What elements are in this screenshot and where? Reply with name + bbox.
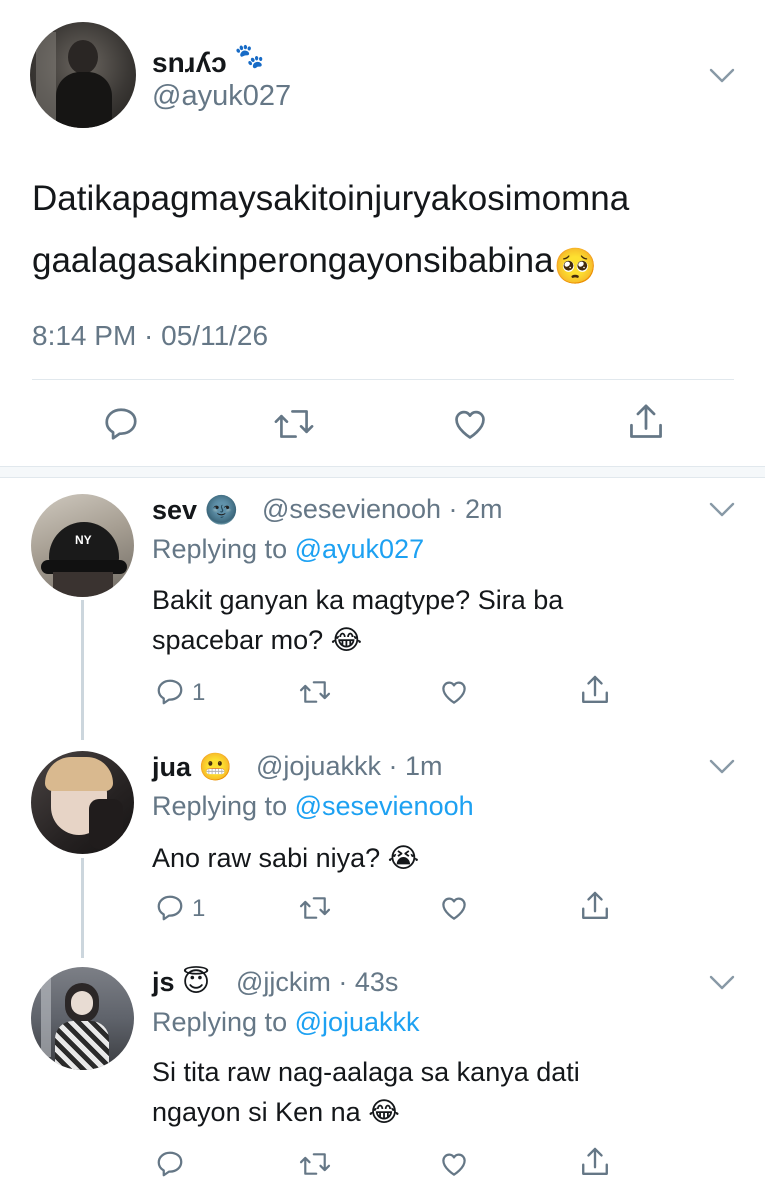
share-icon[interactable] — [579, 889, 611, 923]
author-name-text: snɹʎɔ — [152, 47, 227, 78]
new-moon-face-emoji: 🌚 — [204, 495, 239, 525]
replying-to-label: Replying to — [152, 791, 295, 821]
chevron-down-icon[interactable] — [709, 502, 735, 518]
replying-to-label: Replying to — [152, 1007, 295, 1037]
avatar-jua[interactable] — [31, 751, 134, 854]
author-handle[interactable]: @ayuk027 — [152, 80, 291, 113]
reply-text: Si tita raw nag-aalaga sa kanya dati nga… — [152, 1052, 712, 1132]
reply-icon[interactable] — [155, 677, 185, 707]
replying-to: Replying to @sesevienooh — [152, 791, 474, 822]
reply-text-line: Ano raw sabi niya? — [152, 843, 381, 873]
reply-handle-time[interactable]: @sesevienooh · 2m — [262, 494, 503, 525]
reply-text-line: Si tita raw nag-aalaga sa kanya dati — [152, 1057, 580, 1087]
chevron-down-icon[interactable] — [709, 975, 735, 991]
tweet-timestamp[interactable]: 8:14 PM · 05/11/26 — [32, 320, 268, 352]
like-icon[interactable] — [438, 677, 470, 707]
chevron-down-icon[interactable] — [709, 759, 735, 775]
reply-author-name[interactable]: jua 😬 — [152, 751, 232, 783]
like-icon[interactable] — [450, 405, 490, 443]
avatar-js[interactable] — [31, 967, 134, 1070]
reply-name-text: jua — [152, 752, 192, 782]
chevron-down-icon[interactable] — [709, 68, 735, 84]
reply-text-line: spacebar mo? — [152, 625, 324, 655]
reply-text-line: ngayon si Ken na — [152, 1097, 361, 1127]
like-icon[interactable] — [438, 1149, 470, 1179]
replying-to: Replying to @ayuk027 — [152, 534, 424, 565]
reply-handle-time[interactable]: @jjckim · 43s — [236, 967, 398, 998]
pleading-face-emoji: 🥺 — [553, 247, 598, 286]
reply-text: Ano raw sabi niya? 😭 — [152, 838, 712, 878]
author-display-name[interactable]: snɹʎɔ 🐾 — [152, 42, 264, 79]
replying-to-label: Replying to — [152, 534, 295, 564]
replying-to-mention[interactable]: @sesevienooh — [295, 791, 474, 821]
reply-name-text: sev — [152, 495, 198, 525]
retweet-icon[interactable] — [272, 405, 316, 443]
thread-line — [81, 600, 84, 740]
replying-to-mention[interactable]: @ayuk027 — [295, 534, 425, 564]
tears-of-joy-emoji: 😂 — [368, 1097, 400, 1127]
share-icon[interactable] — [579, 673, 611, 707]
reply-text: Bakit ganyan ka magtype? Sira ba spaceba… — [152, 580, 712, 660]
halo-face-emoji: 😇 — [182, 967, 211, 997]
reply-icon[interactable] — [155, 1149, 185, 1179]
avatar-sev[interactable]: NY — [31, 494, 134, 597]
replying-to-mention[interactable]: @jojuakkk — [295, 1007, 420, 1037]
reply-text-line: Bakit ganyan ka magtype? Sira ba — [152, 585, 564, 615]
loudly-crying-emoji: 😭 — [387, 843, 420, 873]
reply-icon[interactable] — [155, 893, 185, 923]
share-icon[interactable] — [626, 401, 666, 443]
retweet-icon[interactable] — [298, 677, 332, 707]
reply-name-text: js — [152, 967, 175, 997]
thread-line — [81, 858, 84, 958]
grimacing-face-emoji: 😬 — [198, 752, 233, 782]
reply-count: 1 — [192, 679, 206, 706]
retweet-icon[interactable] — [298, 893, 332, 923]
retweet-icon[interactable] — [298, 1149, 332, 1179]
replying-to: Replying to @jojuakkk — [152, 1007, 420, 1038]
reply-icon[interactable] — [102, 405, 140, 443]
like-icon[interactable] — [438, 893, 470, 923]
section-separator — [0, 466, 765, 478]
reply-author-name[interactable]: sev 🌚 — [152, 494, 238, 526]
tweet-text: Datikapagmaysakitoinjuryakosimomna gaala… — [32, 168, 742, 298]
share-icon[interactable] — [579, 1145, 611, 1179]
reply-author-name[interactable]: js 😇 — [152, 967, 210, 998]
tweet-text-body: Datikapagmaysakitoinjuryakosimomna gaala… — [32, 179, 630, 280]
tears-of-joy-emoji: 😂 — [330, 625, 363, 655]
divider — [32, 379, 734, 380]
paw-emoji: 🐾 — [234, 43, 265, 70]
reply-count: 1 — [192, 895, 206, 922]
reply-handle-time[interactable]: @jojuakkk · 1m — [256, 751, 442, 782]
avatar-main[interactable] — [30, 22, 136, 128]
